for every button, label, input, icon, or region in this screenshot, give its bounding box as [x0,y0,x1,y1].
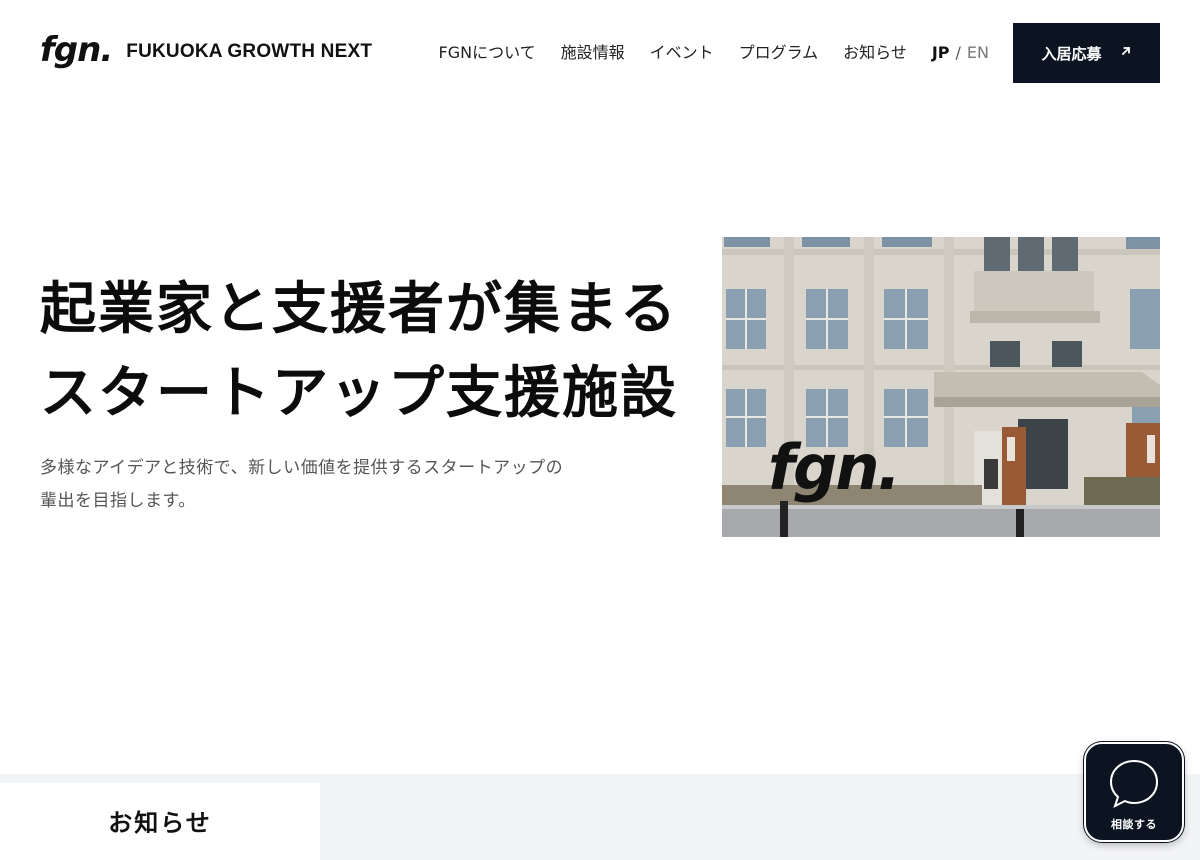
site-logo[interactable]: fgn. FUKUOKA GROWTH NEXT [40,30,372,70]
nav-item-about[interactable]: FGNについて [439,41,536,65]
hero-description-line: 多様なアイデアと技術で、新しい価値を提供するスタートアップの [40,458,564,478]
site-header: fgn. FUKUOKA GROWTH NEXT FGNについて 施設情報 イベ… [0,0,1200,106]
arrow-up-right-icon [1120,45,1132,61]
hero-title: 起業家と支援者が集まる スタートアップ支援施設 [40,268,720,436]
logo-mark: fgn. [40,30,113,70]
chat-bubble-icon [1109,759,1159,808]
nav-item-news[interactable]: お知らせ [843,41,907,65]
hero-title-line: スタートアップ支援施設 [40,361,678,426]
lang-en-link[interactable]: EN [967,41,989,65]
lang-separator: / [955,43,961,62]
nav-item-events[interactable]: イベント [650,41,714,65]
hero-description-line: 輩出を目指します。 [40,491,196,511]
nav-item-facility[interactable]: 施設情報 [561,41,625,65]
lang-jp-link[interactable]: JP [932,41,950,65]
language-switcher: JP / EN [932,41,989,65]
consult-label: 相談する [1111,818,1157,831]
hero-title-line: 起業家と支援者が集まる [40,277,678,342]
logo-text: FUKUOKA GROWTH NEXT [126,41,373,62]
nav-item-programs[interactable]: プログラム [739,41,819,65]
photo-fgn-sign: fgn. [768,431,899,504]
hero-description: 多様なアイデアと技術で、新しい価値を提供するスタートアップの 輩出を目指します。 [40,452,640,518]
apply-button-label: 入居応募 [1041,44,1102,63]
news-tab[interactable]: お知らせ [0,783,320,860]
main-nav: FGNについて 施設情報 イベント プログラム お知らせ JP / EN [439,41,990,65]
building-photo: fgn. [722,237,1160,537]
news-tab-label: お知らせ [108,809,212,837]
apply-button[interactable]: 入居応募 [1013,23,1160,83]
consult-button[interactable]: 相談する [1084,742,1184,842]
